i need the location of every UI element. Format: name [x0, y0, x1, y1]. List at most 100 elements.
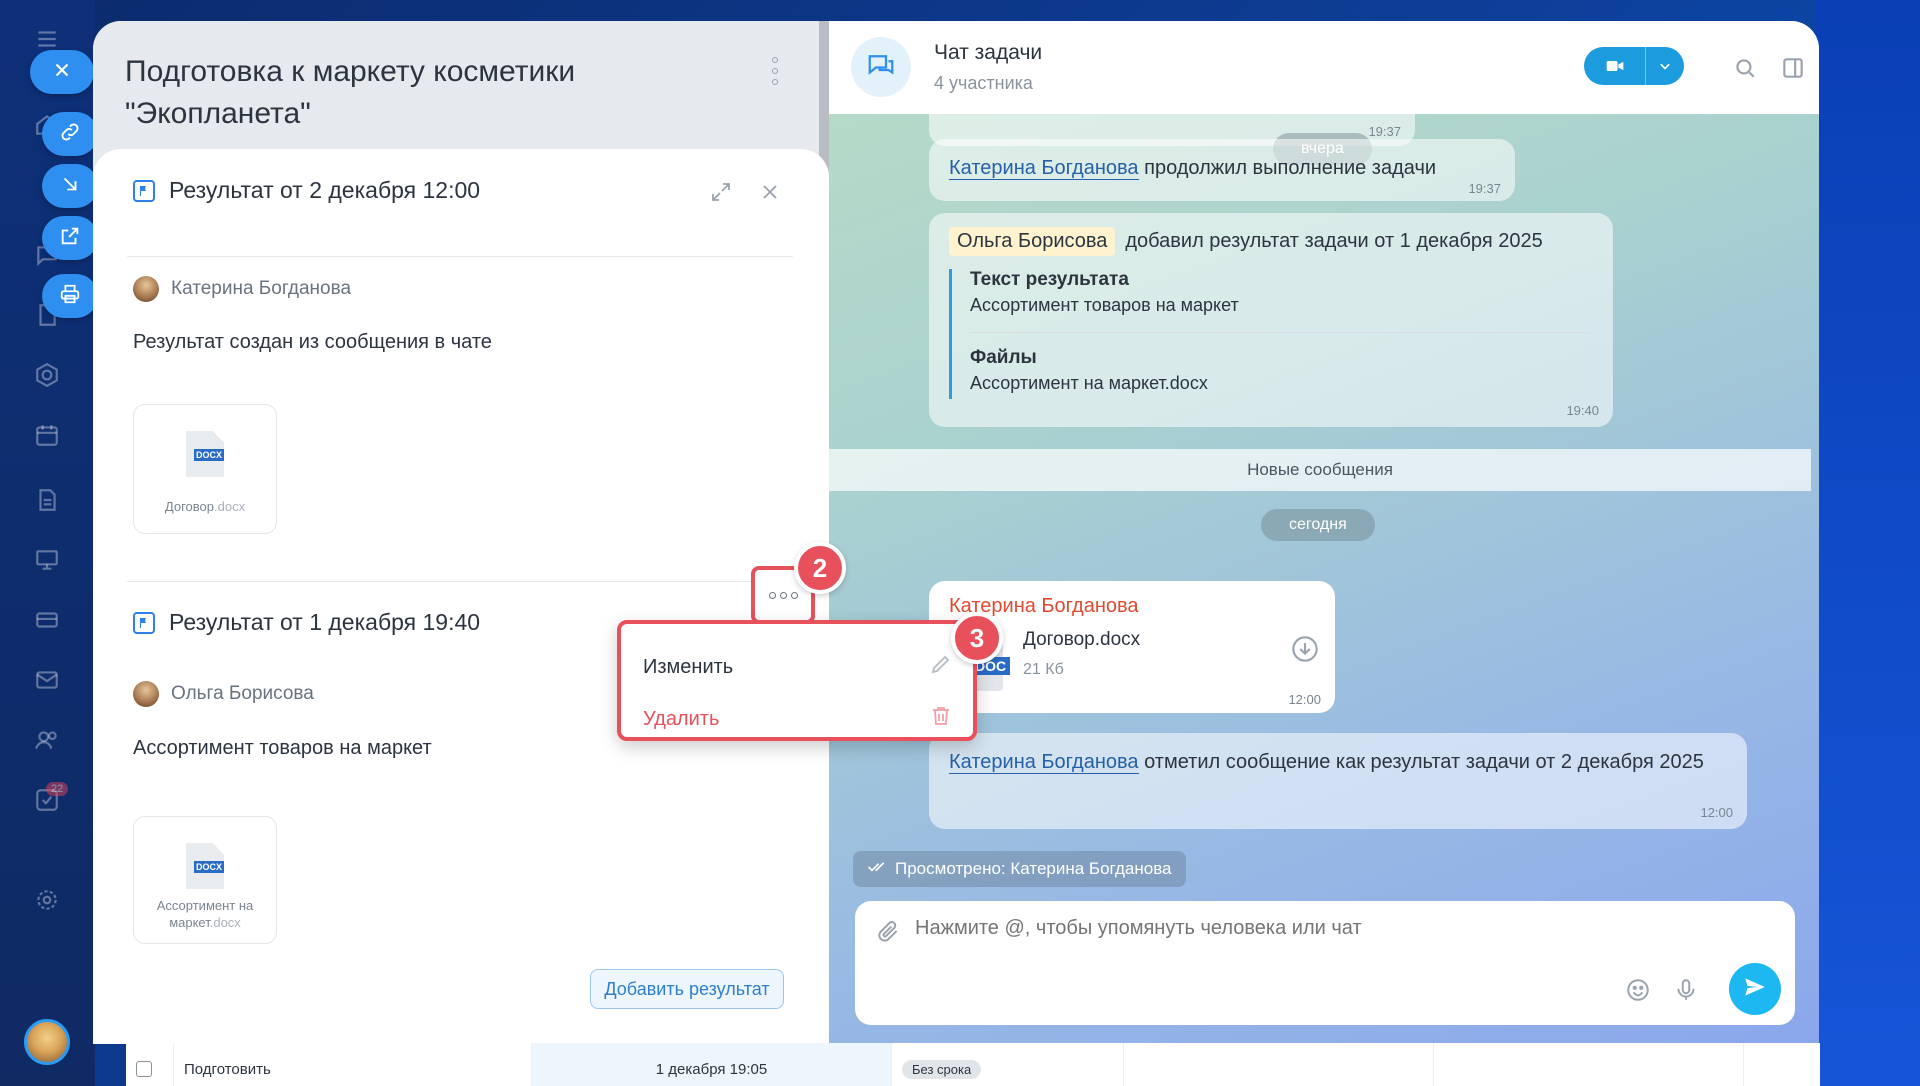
pencil-icon: [929, 652, 953, 682]
new-messages-divider: Новые сообщения: [829, 449, 1811, 491]
task-column: Подготовка к маркету косметики "Экоплане…: [93, 21, 829, 1044]
author-name: Ольга Борисова: [171, 683, 314, 704]
dot-icon: [790, 591, 798, 599]
docx-file-icon: DOCX: [186, 431, 224, 477]
table-cell-creator: [1124, 1043, 1434, 1086]
trash-icon: [929, 704, 953, 734]
dot-icon: [768, 591, 776, 599]
result-flag-icon: [133, 611, 155, 634]
menu-item-edit[interactable]: Изменить: [643, 652, 953, 682]
minimize-button[interactable]: [42, 164, 98, 208]
message-time: 19:40: [1566, 403, 1599, 418]
file-tile-1[interactable]: DOCX Договор.docx: [133, 404, 277, 534]
table-cell-name[interactable]: Подготовить: [174, 1043, 532, 1086]
mail-icon[interactable]: [32, 665, 62, 695]
print-button[interactable]: [42, 274, 98, 318]
menu-item-label: Изменить: [643, 655, 734, 678]
contacts-icon[interactable]: [32, 725, 62, 755]
expand-button[interactable]: [706, 179, 736, 209]
seen-indicator: Просмотрено: Катерина Богданова: [853, 851, 1186, 887]
file-icon[interactable]: [32, 485, 62, 515]
menu-item-label: Удалить: [643, 707, 720, 730]
copy-link-button[interactable]: [42, 112, 98, 156]
result-text-1: Результат создан из сообщения в чате: [133, 331, 492, 353]
printer-icon: [59, 283, 81, 310]
paperclip-icon[interactable]: [875, 919, 901, 945]
arrow-down-right-icon: [59, 173, 81, 200]
video-camera-icon: [1584, 47, 1646, 85]
dot-icon: [779, 591, 787, 599]
close-icon: [51, 59, 73, 86]
chat-bubbles-icon: [866, 50, 896, 85]
file-name: Договор.docx: [164, 499, 246, 514]
divider: [127, 256, 793, 257]
author-link[interactable]: Катерина Богданова: [949, 157, 1139, 180]
result-flag-icon: [133, 179, 155, 202]
result-author-2: Ольга Борисова: [133, 681, 314, 707]
hexagon-icon[interactable]: [32, 360, 62, 390]
close-icon: [758, 180, 782, 209]
author-name: Катерина Богданова: [171, 278, 352, 299]
message-input[interactable]: [915, 917, 1675, 940]
divider: [970, 332, 1590, 333]
table-cell-responsible: [1434, 1043, 1744, 1086]
table-cell-date: 1 декабря 19:05: [532, 1043, 892, 1086]
avatar: [133, 276, 159, 302]
calendar-icon[interactable]: [32, 420, 62, 450]
result-heading-1: Результат от 2 декабря 12:00: [133, 177, 480, 204]
quote-title: Текст результата: [970, 269, 1129, 290]
microphone-icon[interactable]: [1673, 977, 1699, 1003]
results-card: Результат от 2 декабря 12:00 Катерина Бо…: [93, 149, 829, 1044]
message-time: 12:00: [1700, 805, 1733, 820]
mention-chip[interactable]: Ольга Борисова: [949, 227, 1116, 256]
search-icon[interactable]: [1732, 55, 1758, 81]
task-list-table: Подготовить 1 декабря 19:05 Без срока: [126, 1043, 1820, 1086]
sidebar-toggle-icon[interactable]: [1780, 55, 1806, 81]
double-check-icon: [867, 857, 887, 882]
seen-text: Просмотрено: Катерина Богданова: [895, 859, 1172, 878]
add-result-button[interactable]: Добавить результат: [590, 969, 784, 1009]
file-name[interactable]: Договор.docx: [1023, 629, 1140, 651]
step-badge-3: 3: [951, 612, 1003, 664]
message-bubble: Катерина Богданова отметил сообщение как…: [929, 733, 1747, 829]
expand-icon: [709, 180, 733, 209]
result-title: Результат от 2 декабря 12:00: [169, 177, 481, 203]
emoji-icon[interactable]: [1625, 977, 1651, 1003]
presentation-icon[interactable]: [32, 545, 62, 575]
send-icon: [1742, 974, 1768, 1005]
task-slider-panel: Подготовка к маркету косметики "Экоплане…: [93, 21, 1819, 1044]
left-navigation-rail: 22: [0, 0, 95, 1086]
menu-item-delete[interactable]: Удалить: [643, 704, 953, 734]
message-text: добавил результат задачи от 1 декабря 20…: [1125, 230, 1543, 252]
avatar: [133, 681, 159, 707]
author-link[interactable]: Катерина Богданова: [949, 751, 1139, 774]
download-icon[interactable]: [1291, 635, 1319, 663]
card-icon[interactable]: [32, 605, 62, 635]
chat-avatar[interactable]: [851, 37, 911, 97]
result-author-1: Катерина Богданова: [133, 276, 351, 302]
open-new-window-button[interactable]: [42, 216, 98, 260]
message-bubble: Ольга Борисова добавил результат задачи …: [929, 213, 1613, 427]
chat-column: Чат задачи 4 участника 19:37 вчера: [829, 21, 1819, 1044]
file-tile-2[interactable]: DOCX Ассортимент на маркет.docx: [133, 816, 277, 944]
close-results-button[interactable]: [755, 179, 785, 209]
video-call-button[interactable]: [1584, 47, 1684, 85]
result-title: Результат от 1 декабря 19:40: [169, 609, 481, 635]
dot-icon: [772, 79, 778, 85]
row-checkbox[interactable]: [126, 1043, 174, 1086]
table-cell-deadline: Без срока: [892, 1043, 1124, 1086]
quote-value: Ассортимент товаров на маркет: [970, 295, 1239, 315]
send-button[interactable]: [1729, 963, 1781, 1015]
message-bubble: Катерина Богданова продолжил выполнение …: [929, 139, 1515, 201]
chevron-down-icon: [1646, 47, 1684, 85]
result-text-2: Ассортимент товаров на маркет: [133, 737, 432, 759]
date-separator: сегодня: [1261, 509, 1375, 541]
close-slider-button[interactable]: [30, 50, 94, 94]
settings-icon[interactable]: [32, 885, 62, 915]
task-more-button[interactable]: [763, 51, 787, 91]
chat-title: Чат задачи: [934, 41, 1043, 64]
chat-participants[interactable]: 4 участника: [934, 73, 1033, 94]
user-avatar[interactable]: [24, 1019, 70, 1065]
chat-header: Чат задачи 4 участника: [829, 21, 1819, 114]
file-name: Ассортимент на маркет.docx: [156, 898, 254, 930]
